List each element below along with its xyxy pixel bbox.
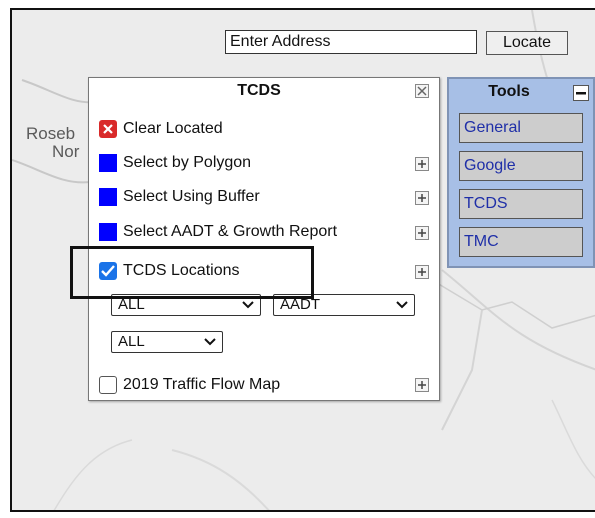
address-input[interactable] [225, 30, 477, 54]
locate-button[interactable]: Locate [486, 31, 568, 55]
tools-title: Tools [488, 83, 530, 100]
tool-tmc-button[interactable]: TMC [459, 227, 583, 257]
minimize-icon[interactable] [573, 85, 589, 101]
map-place-label: Roseb [26, 124, 76, 143]
panel-title: TCDS [237, 82, 281, 99]
item-label: Clear Located [123, 120, 223, 137]
expand-plus-icon[interactable] [415, 226, 429, 240]
item-label: Select by Polygon [123, 154, 252, 171]
filter-select-3[interactable]: ALL [111, 331, 223, 353]
traffic-flow-map-item[interactable]: 2019 Traffic Flow Map [99, 374, 280, 396]
highlight-box [70, 246, 314, 299]
tcds-panel: TCDS Clear Located Select by Polygon Sel… [88, 77, 440, 401]
clear-x-icon [99, 120, 117, 138]
chevron-down-icon [242, 301, 254, 309]
chevron-down-icon [396, 301, 408, 309]
tools-panel: Tools General Google TCDS TMC [447, 77, 595, 268]
expand-plus-icon[interactable] [415, 191, 429, 205]
expand-plus-icon[interactable] [415, 378, 429, 392]
tool-tcds-button[interactable]: TCDS [459, 189, 583, 219]
blue-square-icon [99, 223, 117, 241]
item-label: 2019 Traffic Flow Map [123, 376, 281, 393]
blue-square-icon [99, 154, 117, 172]
item-label: Select Using Buffer [123, 188, 260, 205]
tool-general-button[interactable]: General [459, 113, 583, 143]
clear-located-item[interactable]: Clear Located [99, 118, 223, 140]
map-place-label: Nor [52, 142, 80, 161]
expand-plus-icon[interactable] [415, 265, 429, 279]
chevron-down-icon [204, 338, 216, 346]
select-by-polygon-item[interactable]: Select by Polygon [99, 152, 251, 174]
select-using-buffer-item[interactable]: Select Using Buffer [99, 186, 260, 208]
tool-google-button[interactable]: Google [459, 151, 583, 181]
traffic-flow-map-checkbox[interactable] [99, 376, 117, 394]
select-aadt-growth-item[interactable]: Select AADT & Growth Report [99, 221, 337, 243]
item-label: Select AADT & Growth Report [123, 223, 338, 240]
blue-square-icon [99, 188, 117, 206]
select-value: ALL [118, 333, 145, 350]
expand-plus-icon[interactable] [415, 157, 429, 171]
close-icon[interactable] [415, 84, 429, 98]
